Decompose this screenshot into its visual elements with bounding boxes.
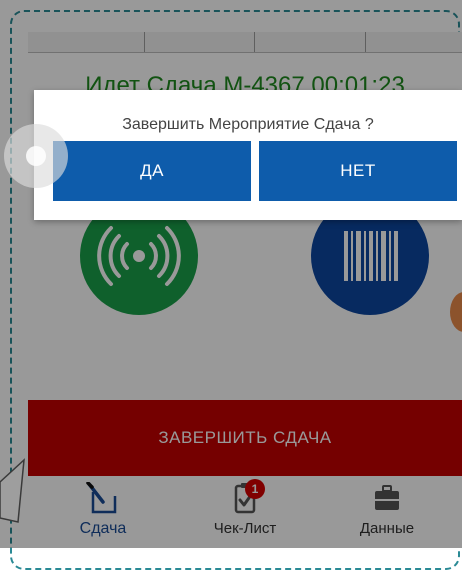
dialog-message: Завершить Мероприятие Сдача ? <box>122 116 374 133</box>
touch-indicator <box>4 124 68 188</box>
yes-button[interactable]: ДА <box>53 141 251 201</box>
confirm-dialog: Завершить Мероприятие Сдача ? ДА НЕТ <box>34 90 462 220</box>
no-button[interactable]: НЕТ <box>259 141 457 201</box>
cursor-pointer-icon <box>0 458 25 523</box>
modal-scrim[interactable] <box>0 0 462 548</box>
